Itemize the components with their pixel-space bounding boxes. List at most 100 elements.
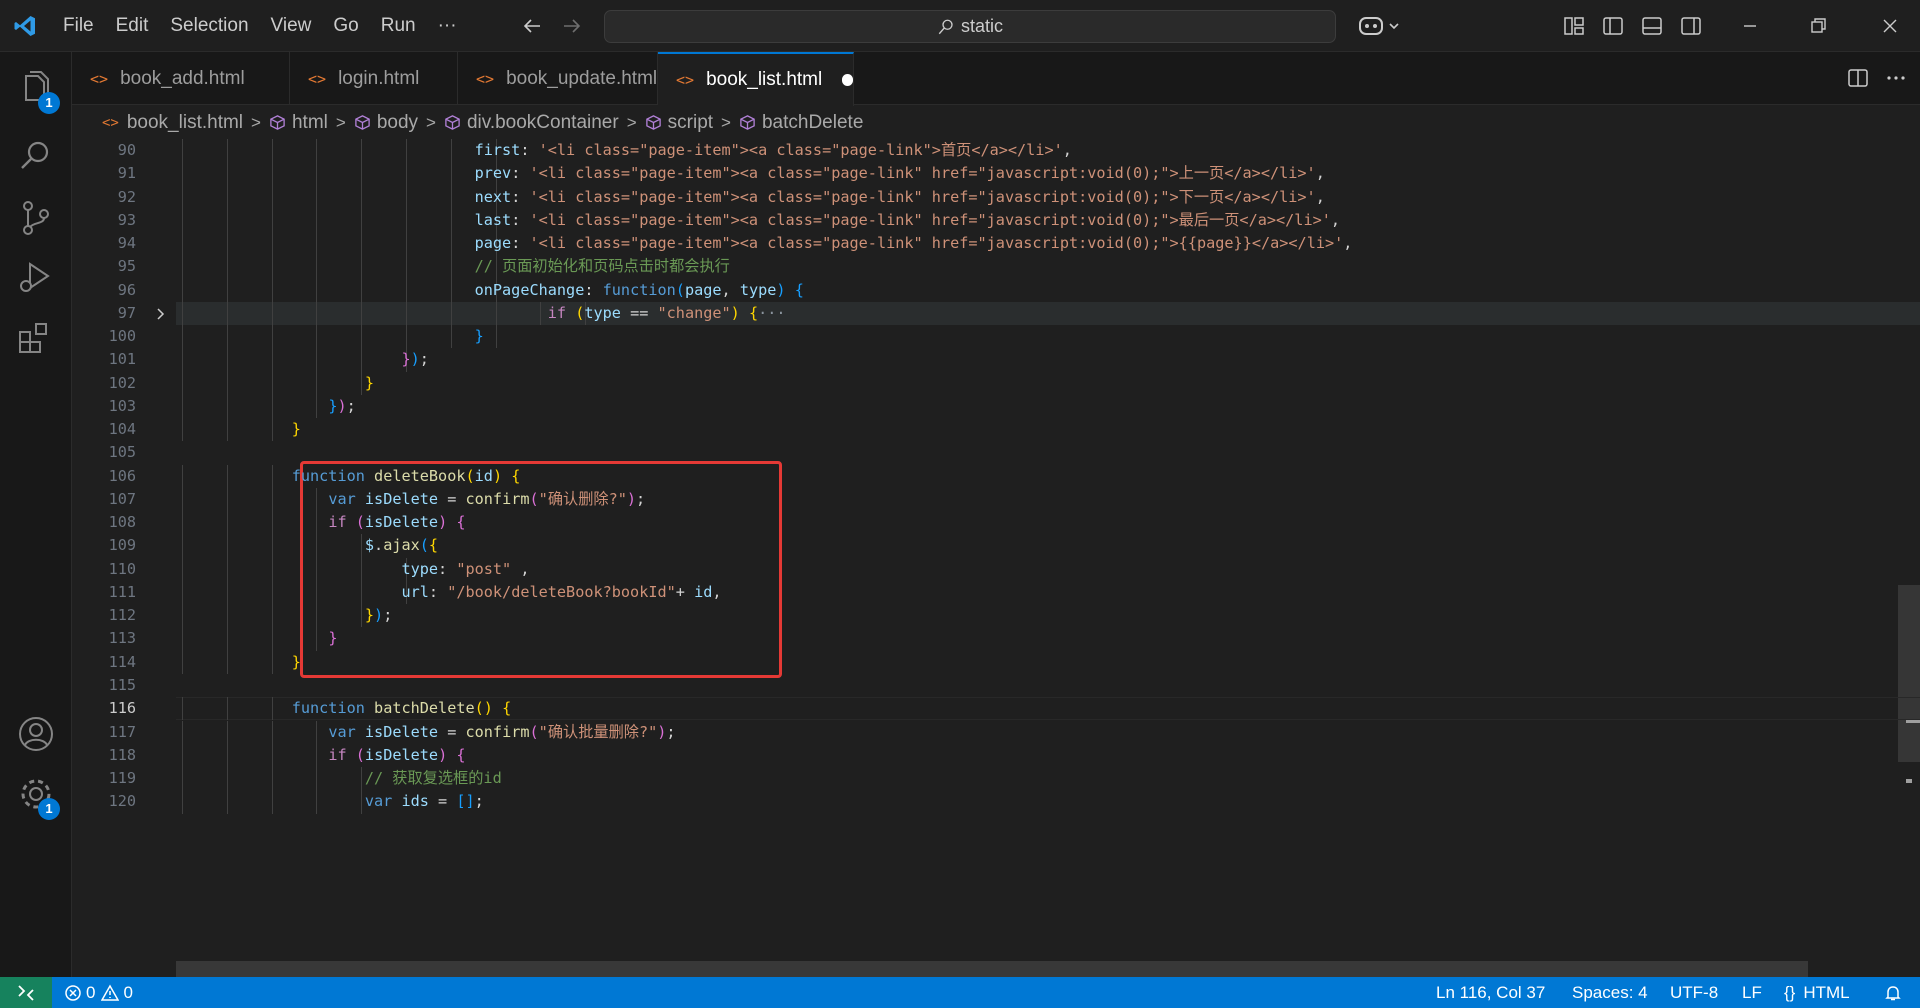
problems-indicator[interactable]: 0 0 xyxy=(64,977,133,1008)
run-debug-button[interactable] xyxy=(14,256,58,300)
toggle-panel-icon[interactable] xyxy=(1640,14,1664,38)
menu-item[interactable]: Go xyxy=(322,0,369,52)
code-line[interactable]: 94 page: '<li class="page-item"><a class… xyxy=(72,232,1920,255)
activity-bar: 1 1 xyxy=(0,52,72,977)
code-line[interactable]: 104 } xyxy=(72,418,1920,441)
command-center-search[interactable]: static xyxy=(604,10,1336,43)
status-bar: 0 0 Ln 116, Col 37 Spaces: 4 UTF-8 LF {}… xyxy=(0,977,1920,1008)
code-line[interactable]: 113 } xyxy=(72,627,1920,650)
code-line[interactable]: 95 // 页面初始化和页码点击时都会执行 xyxy=(72,255,1920,278)
search-icon xyxy=(938,19,953,34)
code-line[interactable]: 90 first: '<li class="page-item"><a clas… xyxy=(72,139,1920,162)
customize-layout-icon[interactable] xyxy=(1562,14,1586,38)
menu-item[interactable]: Edit xyxy=(105,0,160,52)
code-line[interactable]: 119 // 获取复选框的id xyxy=(72,767,1920,790)
accounts-button[interactable] xyxy=(14,712,58,756)
close-icon[interactable] xyxy=(1876,12,1904,40)
code-line[interactable]: 91 prev: '<li class="page-item"><a class… xyxy=(72,162,1920,185)
code-line[interactable]: 102 } xyxy=(72,372,1920,395)
code-line[interactable]: 101 }); xyxy=(72,348,1920,371)
code-line[interactable]: 106 function deleteBook(id) { xyxy=(72,465,1920,488)
menu-item[interactable]: Selection xyxy=(159,0,259,52)
source-control-button[interactable] xyxy=(14,196,58,240)
forward-arrow-icon[interactable] xyxy=(560,14,584,38)
tab-login[interactable]: <> login.html xyxy=(290,52,458,105)
symbol-cube-icon xyxy=(445,115,460,130)
menu-item[interactable]: ··· xyxy=(427,0,468,52)
code-line[interactable]: 114 } xyxy=(72,651,1920,674)
code-line[interactable]: 117 var isDelete = confirm("确认批量删除?"); xyxy=(72,721,1920,744)
html-file-icon: <> xyxy=(476,69,495,88)
code-line[interactable]: 111 url: "/book/deleteBook?bookId"+ id, xyxy=(72,581,1920,604)
code-line[interactable]: 100 } xyxy=(72,325,1920,348)
code-line[interactable]: 105 xyxy=(72,441,1920,464)
code-line[interactable]: 97 if (type == "change") {··· xyxy=(72,302,1920,325)
code-line[interactable]: 120 var ids = []; xyxy=(72,790,1920,813)
code-line[interactable]: 92 next: '<li class="page-item"><a class… xyxy=(72,186,1920,209)
menu-item[interactable]: File xyxy=(52,0,105,52)
toggle-primary-sidebar-icon[interactable] xyxy=(1601,14,1625,38)
remote-indicator[interactable] xyxy=(0,977,52,1008)
code-token: '<li class="page-item"><a class="page-li… xyxy=(529,210,1331,229)
code-line[interactable]: 93 last: '<li class="page-item"><a class… xyxy=(72,209,1920,232)
split-editor-icon[interactable] xyxy=(1846,66,1870,90)
code-line[interactable]: 108 if (isDelete) { xyxy=(72,511,1920,534)
horizontal-scrollbar[interactable] xyxy=(176,961,1808,977)
menu-item[interactable]: Run xyxy=(370,0,427,52)
code-line[interactable]: 96 onPageChange: function(page, type) { xyxy=(72,279,1920,302)
code-line[interactable]: 107 var isDelete = confirm("确认删除?"); xyxy=(72,488,1920,511)
breadcrumb-label: html xyxy=(291,111,328,133)
breadcrumb-item[interactable]: div.bookContainer xyxy=(444,112,619,134)
code-line[interactable]: 110 type: "post" , xyxy=(72,558,1920,581)
line-number: 109 xyxy=(108,536,136,555)
code-token: ( xyxy=(575,303,585,322)
breadcrumb-item[interactable]: batchDelete xyxy=(739,112,863,134)
breadcrumb-file[interactable]: <> book_list.html xyxy=(102,112,243,134)
encoding[interactable]: UTF-8 xyxy=(1670,977,1718,1008)
menu-item[interactable]: View xyxy=(260,0,323,52)
explorer-button[interactable]: 1 xyxy=(14,66,60,114)
code-line[interactable]: 109 $.ajax({ xyxy=(72,534,1920,557)
code-token: ) xyxy=(776,280,786,299)
back-arrow-icon[interactable] xyxy=(520,14,544,38)
code-line[interactable]: 112 }); xyxy=(72,604,1920,627)
code-token: onPageChange xyxy=(474,280,585,299)
restore-icon[interactable] xyxy=(1804,12,1832,40)
breadcrumb-item[interactable]: body xyxy=(354,112,418,134)
code-token: function xyxy=(602,280,676,299)
line-ending[interactable]: LF xyxy=(1742,977,1762,1008)
breadcrumb-separator: > xyxy=(626,112,637,132)
minimize-icon[interactable] xyxy=(1736,12,1764,40)
extensions-button[interactable] xyxy=(14,316,58,360)
language-mode[interactable]: {} HTML xyxy=(1784,977,1850,1008)
code-content: if (isDelete) { xyxy=(182,511,465,534)
copilot-icon[interactable] xyxy=(1356,12,1404,40)
line-number: 107 xyxy=(108,489,136,508)
breadcrumb-item[interactable]: html xyxy=(269,112,328,134)
manage-button[interactable]: 1 xyxy=(14,772,60,820)
code-content: }); xyxy=(182,604,392,627)
breadcrumb-item[interactable]: script xyxy=(645,112,713,134)
code-token: , xyxy=(1343,234,1353,253)
tab-book-list[interactable]: <> book_list.html xyxy=(658,52,854,106)
code-line[interactable]: 103 }); xyxy=(72,395,1920,418)
more-actions-icon[interactable] xyxy=(1884,66,1908,90)
code-line[interactable]: 116 function batchDelete() { xyxy=(72,697,1920,720)
tab-book-add[interactable]: <> book_add.html xyxy=(72,52,290,105)
search-view-button[interactable] xyxy=(14,134,58,178)
toggle-secondary-sidebar-icon[interactable] xyxy=(1679,14,1703,38)
code-token: page xyxy=(474,234,512,253)
notifications-button[interactable] xyxy=(1884,977,1902,1008)
code-token: } xyxy=(291,652,301,671)
code-line[interactable]: 118 if (isDelete) { xyxy=(72,744,1920,767)
fold-chevron-icon[interactable] xyxy=(152,305,170,323)
code-editor[interactable]: 90 first: '<li class="page-item"><a clas… xyxy=(72,139,1920,977)
code-line[interactable]: 115 xyxy=(72,674,1920,697)
warning-icon xyxy=(101,983,120,1001)
cursor-position[interactable]: Ln 116, Col 37 xyxy=(1436,977,1545,1008)
tab-book-update[interactable]: <> book_update.html xyxy=(458,52,658,105)
indentation[interactable]: Spaces: 4 xyxy=(1572,977,1648,1008)
unsaved-dot-icon[interactable] xyxy=(842,74,853,86)
